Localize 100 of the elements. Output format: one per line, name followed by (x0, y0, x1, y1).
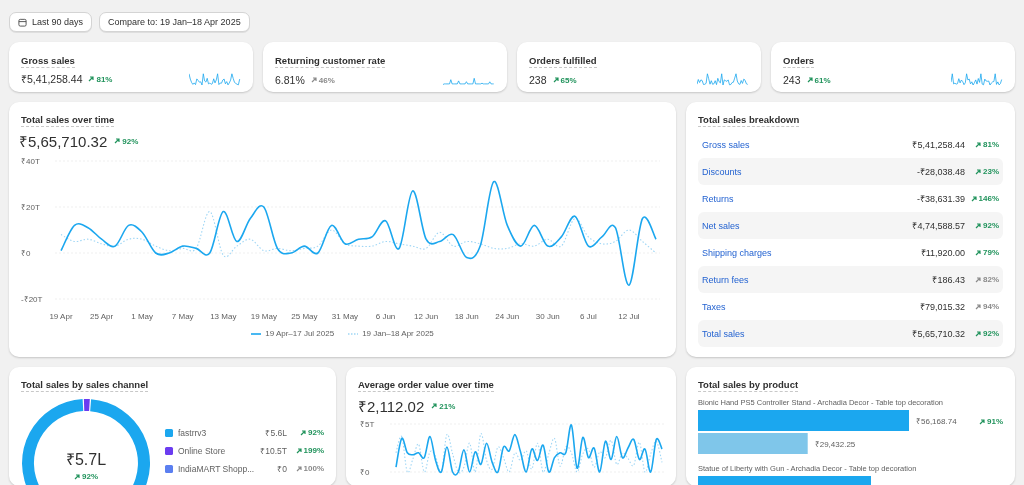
x-axis-label: 25 Apr (90, 312, 114, 321)
x-axis-label: 19 May (250, 312, 277, 321)
legend-label: Online Store (178, 445, 226, 456)
x-axis-label: 6 Jul (579, 312, 597, 321)
legend-label: 19 Jan–18 Apr 2025 (362, 329, 434, 338)
metric-value: ₹5,41,258.44 (21, 72, 83, 86)
breakdown-value: ₹79,015.32 (919, 301, 965, 313)
percent-change: 92% (983, 221, 999, 230)
trend-arrow-icon (975, 276, 981, 283)
card-title: Orders fulfilled (529, 55, 597, 68)
x-axis-label: 12 Jul (618, 312, 640, 321)
card-title: Returning customer rate (275, 55, 386, 68)
metric-value: 243 (783, 74, 801, 86)
calendar-icon (18, 17, 27, 27)
breakdown-value: ₹4,74,588.57 (912, 220, 965, 232)
percent-change: 65% (560, 75, 577, 85)
breakdown-link[interactable]: Return fees (702, 274, 749, 285)
card-title: Total sales by product (698, 379, 799, 392)
compare-button[interactable]: Compare to: 19 Jan–18 Apr 2025 (99, 12, 250, 32)
x-axis-label: 7 May (171, 312, 194, 321)
legend-label: fastrrv3 (178, 427, 207, 438)
breakdown-link[interactable]: Returns (702, 193, 734, 204)
breakdown-link[interactable]: Taxes (702, 301, 726, 312)
y-axis-label: ₹20T (21, 203, 40, 212)
trend-arrow-icon (975, 249, 981, 256)
trend-arrow-icon (975, 303, 981, 310)
percent-change: 100% (303, 464, 324, 473)
percent-change: 82% (983, 275, 999, 284)
trend-arrow-icon (310, 77, 317, 83)
trend-arrow-icon (431, 403, 438, 409)
total-sales-value: ₹5,65,710.32 (19, 132, 108, 151)
x-axis-label: 1 May (131, 312, 154, 321)
bar-amount: ₹56,168.74 (916, 417, 957, 426)
y-axis-label: ₹0 (21, 249, 31, 258)
trend-arrow-icon (970, 195, 977, 202)
trend-arrow-icon (74, 473, 80, 480)
x-axis-label: 12 Jun (414, 312, 439, 321)
trend-arrow-icon (295, 465, 302, 472)
donut-total: ₹5.7L (65, 450, 107, 470)
x-axis-label: 25 May (291, 312, 318, 321)
x-axis-label: 19 Apr (49, 312, 73, 321)
card-title: Total sales by sales channel (21, 379, 149, 392)
percent-change: 21% (439, 401, 456, 411)
card-title: Gross sales (21, 55, 75, 68)
percent-change: 81% (983, 140, 999, 149)
breakdown-value: -₹38,631.39 (916, 193, 965, 205)
legend-line-icon (251, 331, 262, 336)
breakdown-link[interactable]: Total sales (702, 328, 745, 339)
legend-line-icon (348, 331, 359, 336)
legend-label: 19 Apr–17 Jul 2025 (265, 329, 335, 338)
breakdown-link[interactable]: Net sales (702, 220, 740, 231)
percent-change: 146% (978, 194, 999, 203)
bar-amount: ₹29,432.25 (814, 440, 856, 449)
average-order-value: ₹2,112.02 (358, 397, 425, 416)
x-axis-label: 30 Jun (535, 312, 560, 321)
sparkline (189, 72, 241, 86)
percent-change: 23% (983, 167, 999, 176)
breakdown-value: ₹186.43 (932, 274, 965, 286)
x-axis-label: 6 Jun (375, 312, 396, 321)
breakdown-value: -₹28,038.48 (916, 166, 965, 178)
card-title: Orders (783, 55, 815, 68)
trend-arrow-icon (114, 138, 121, 144)
trend-arrow-icon (979, 419, 985, 425)
breakdown-link[interactable]: Shipping charges (702, 247, 772, 258)
percent-change: 92% (122, 136, 139, 146)
sparkline (951, 72, 1003, 86)
channel-amount: ₹5.6L (265, 427, 287, 438)
trend-arrow-icon (552, 77, 559, 83)
x-axis-label: 18 Jun (454, 312, 479, 321)
trend-arrow-icon (295, 447, 302, 454)
breakdown-value: ₹5,65,710.32 (912, 328, 965, 340)
legend-label: IndiaMART Shopp... (178, 463, 255, 474)
percent-change: 199% (303, 446, 324, 455)
y-axis-label: ₹0 (360, 468, 370, 477)
percent-change: 61% (814, 75, 831, 85)
trend-arrow-icon (300, 429, 306, 436)
sparkline (697, 72, 749, 86)
percent-change: 92% (82, 472, 98, 481)
percent-change: 91% (987, 417, 1003, 426)
trend-arrow-icon (806, 77, 813, 83)
percent-change: 46% (318, 75, 335, 85)
channel-amount: ₹10.5T (260, 445, 287, 456)
percent-change: 94% (983, 302, 999, 311)
metric-value: 238 (529, 74, 547, 86)
x-axis-label: 13 May (210, 312, 237, 321)
trend-arrow-icon (975, 141, 981, 148)
trend-arrow-icon (975, 330, 981, 337)
breakdown-link[interactable]: Discounts (702, 166, 742, 177)
breakdown-link[interactable]: Gross sales (702, 139, 750, 150)
x-axis-label: 24 Jun (495, 312, 520, 321)
trend-arrow-icon (975, 222, 981, 229)
x-axis-label: 31 May (331, 312, 359, 321)
percent-change: 92% (308, 428, 324, 437)
channel-amount: ₹0 (277, 463, 287, 474)
percent-change: 81% (96, 74, 113, 84)
trend-arrow-icon (88, 76, 95, 82)
y-axis-label: -₹20T (21, 295, 43, 304)
date-range-button[interactable]: Last 90 days (9, 12, 93, 32)
metric-value: 6.81% (275, 74, 305, 86)
y-axis-label: ₹5T (360, 420, 375, 429)
